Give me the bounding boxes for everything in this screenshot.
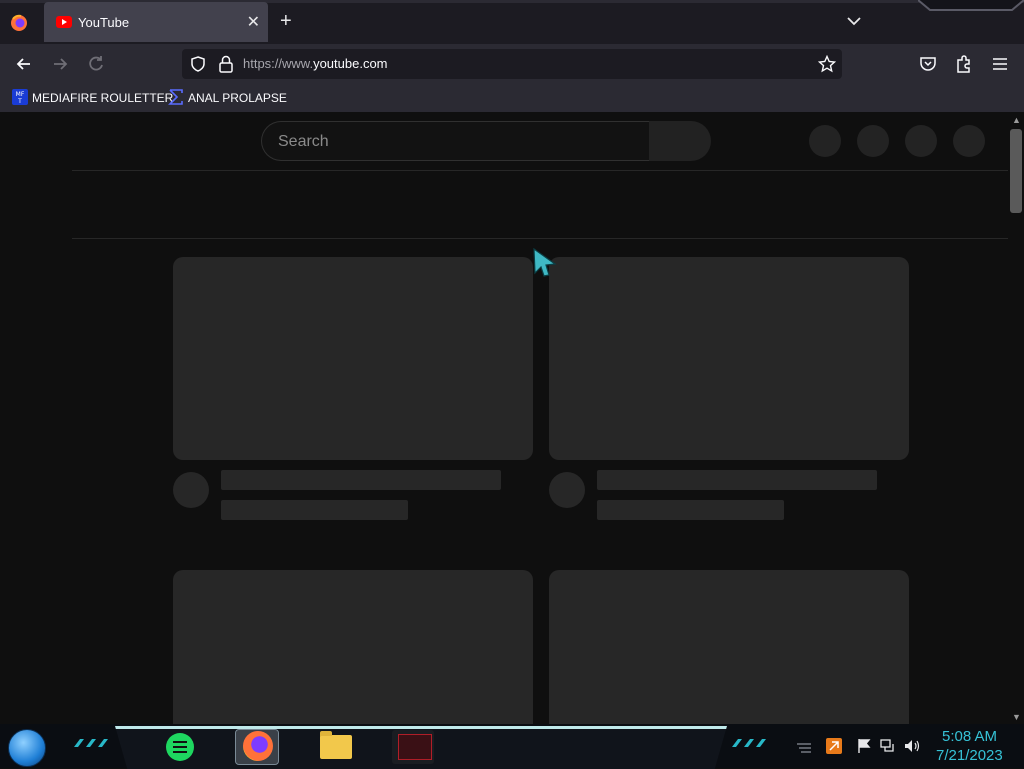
pocket-icon[interactable]	[918, 54, 938, 74]
clock-date[interactable]: 7/21/2023	[936, 747, 1003, 764]
bookmark-mediafire-rouletter[interactable]: MEDIAFIRE ROULETTER	[32, 91, 173, 105]
action-center-flag-icon[interactable]	[856, 738, 872, 754]
video-thumbnail-placeholder[interactable]	[173, 570, 533, 724]
mediafire-icon: MF T	[12, 89, 28, 105]
tab-title: YouTube	[78, 15, 130, 30]
scrollbar-thumb[interactable]	[1010, 129, 1022, 213]
header-icon-placeholder[interactable]	[857, 125, 889, 157]
firefox-icon[interactable]	[243, 731, 273, 761]
youtube-page: Search	[0, 112, 1008, 724]
forward-arrow-icon[interactable]	[50, 54, 70, 74]
tab-youtube[interactable]: YouTube ✕	[44, 2, 268, 42]
svg-text:T: T	[17, 98, 22, 105]
sigma-icon	[168, 89, 183, 105]
file-explorer-icon[interactable]	[320, 731, 352, 759]
video-meta-placeholder	[221, 500, 408, 520]
firefox-view-icon[interactable]	[8, 12, 30, 34]
reload-icon[interactable]	[86, 54, 106, 74]
scroll-up-arrow-icon[interactable]: ▲	[1012, 115, 1021, 125]
taskbar-decoration	[732, 739, 766, 747]
header-icon-placeholder[interactable]	[809, 125, 841, 157]
close-tab-icon[interactable]: ✕	[247, 12, 260, 32]
game-icon[interactable]	[398, 734, 432, 760]
divider	[72, 170, 1008, 171]
page-scrollbar[interactable]: ▲ ▼	[1008, 112, 1024, 724]
search-placeholder: Search	[278, 133, 329, 150]
extensions-puzzle-icon[interactable]	[954, 54, 974, 74]
start-button-orb-icon[interactable]	[8, 729, 46, 767]
tracking-protection-shield-icon[interactable]	[190, 56, 206, 72]
avatar-placeholder[interactable]	[953, 125, 985, 157]
video-thumbnail-placeholder[interactable]	[549, 257, 909, 460]
scroll-down-arrow-icon[interactable]: ▼	[1012, 712, 1021, 722]
youtube-favicon-icon	[56, 16, 72, 28]
network-icon[interactable]	[880, 738, 896, 754]
new-tab-button[interactable]: +	[280, 10, 292, 33]
url-prefix: https://www.	[243, 56, 314, 71]
video-meta-placeholder	[597, 500, 784, 520]
bookmark-star-icon[interactable]	[818, 55, 836, 73]
app-tray-icon[interactable]	[826, 738, 842, 754]
clock-time[interactable]: 5:08 AM	[942, 728, 997, 745]
volume-icon[interactable]	[904, 738, 920, 754]
url-domain: youtube.com	[313, 56, 388, 71]
bookmarks-toolbar: MF T MEDIAFIRE ROULETTER ANAL PROLAPSE	[0, 84, 1024, 112]
taskbar-decoration	[74, 739, 108, 747]
divider	[72, 238, 1008, 239]
lock-icon[interactable]	[218, 55, 234, 73]
video-title-placeholder	[221, 470, 501, 490]
search-input[interactable]: Search	[261, 121, 650, 161]
channel-avatar-placeholder	[549, 472, 585, 508]
svg-text:MF: MF	[16, 91, 25, 98]
show-hidden-icons-icon[interactable]	[796, 738, 812, 754]
theme-decoration	[918, 0, 1024, 11]
mouse-cursor-icon	[533, 248, 557, 277]
video-thumbnail-placeholder[interactable]	[549, 570, 909, 724]
bookmark-anal-prolapse[interactable]: ANAL PROLAPSE	[188, 91, 287, 105]
navigation-toolbar: https://www.youtube.com	[0, 44, 1024, 84]
channel-avatar-placeholder	[173, 472, 209, 508]
list-all-tabs-chevron-down-icon[interactable]	[845, 12, 863, 30]
tab-strip: YouTube ✕ +	[0, 0, 1024, 44]
back-arrow-icon[interactable]	[14, 54, 34, 74]
hamburger-menu-icon[interactable]	[990, 54, 1010, 74]
video-thumbnail-placeholder[interactable]	[173, 257, 533, 460]
spotify-icon[interactable]	[166, 733, 194, 761]
header-icon-placeholder[interactable]	[905, 125, 937, 157]
address-bar[interactable]: https://www.youtube.com	[182, 49, 842, 79]
video-title-placeholder	[597, 470, 877, 490]
search-button[interactable]	[649, 121, 711, 161]
url-text[interactable]: https://www.youtube.com	[243, 56, 388, 71]
taskbar: 5:08 AM 7/21/2023	[0, 724, 1024, 769]
